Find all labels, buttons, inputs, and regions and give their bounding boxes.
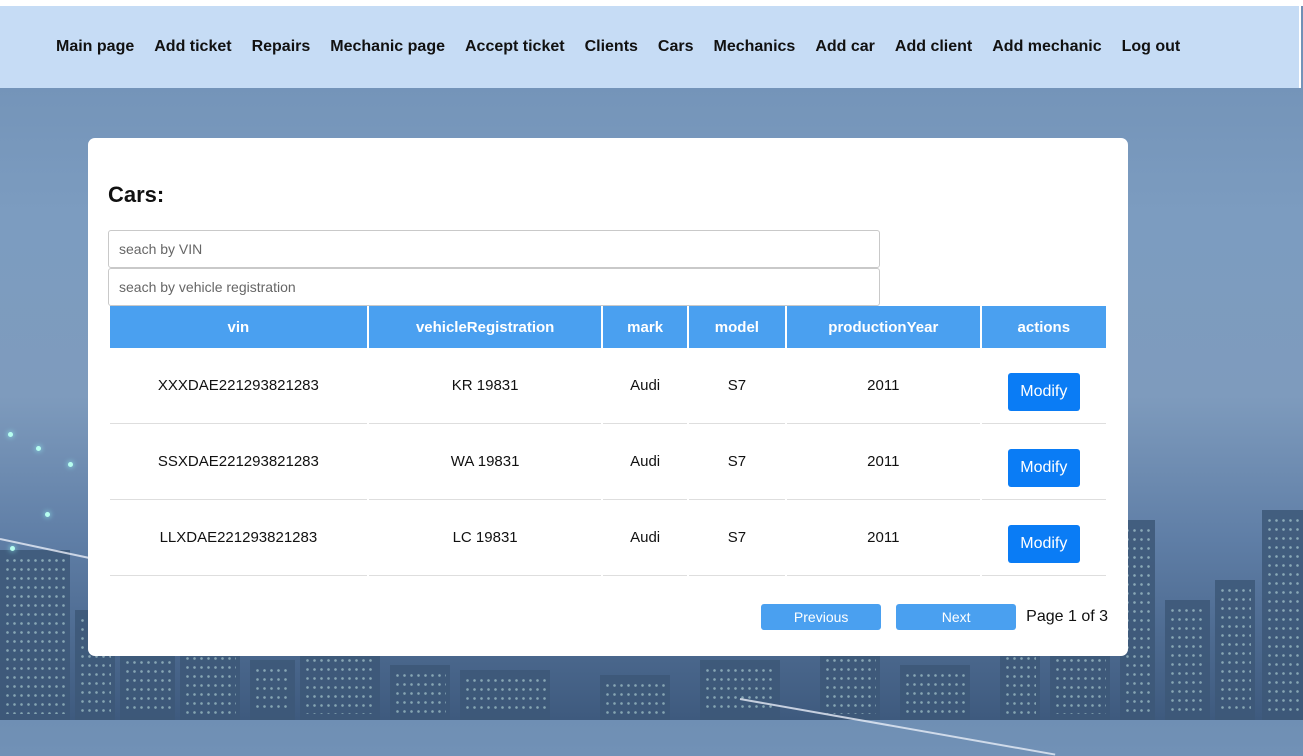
cell-mark: Audi: [603, 424, 687, 500]
search-vin-input[interactable]: [108, 230, 880, 268]
column-header-actions: actions: [981, 306, 1106, 348]
column-header-vehicle-registration: vehicleRegistration: [368, 306, 602, 348]
cell-actions: Modify: [981, 424, 1106, 500]
table-row: XXXDAE221293821283 KR 19831 Audi S7 2011…: [110, 348, 1106, 424]
page-title: Cars:: [108, 182, 165, 207]
nav-mechanics[interactable]: Mechanics: [714, 38, 796, 56]
nav-cars[interactable]: Cars: [658, 38, 694, 56]
nav-main-page[interactable]: Main page: [56, 38, 134, 56]
cell-actions: Modify: [981, 348, 1106, 424]
cell-mark: Audi: [603, 348, 687, 424]
page-indicator: Page 1 of 3: [1026, 608, 1108, 625]
cell-vin: SSXDAE221293821283: [110, 424, 367, 500]
table-header-row: vin vehicleRegistration mark model produ…: [110, 306, 1106, 348]
modify-button[interactable]: Modify: [1007, 372, 1080, 411]
nav-add-car[interactable]: Add car: [815, 38, 875, 56]
nav-clients[interactable]: Clients: [585, 38, 638, 56]
cell-vehicle-registration: KR 19831: [368, 348, 602, 424]
cell-actions: Modify: [981, 500, 1106, 576]
table-row: SSXDAE221293821283 WA 19831 Audi S7 2011…: [110, 424, 1106, 500]
pagination: Previous Next Page 1 of 3: [761, 604, 1108, 630]
cell-model: S7: [688, 424, 786, 500]
nav-add-ticket[interactable]: Add ticket: [154, 38, 231, 56]
cell-vehicle-registration: WA 19831: [368, 424, 602, 500]
column-header-model: model: [688, 306, 786, 348]
search-registration-input[interactable]: [108, 268, 880, 306]
modify-button[interactable]: Modify: [1007, 448, 1080, 487]
cell-vehicle-registration: LC 19831: [368, 500, 602, 576]
nav-accept-ticket[interactable]: Accept ticket: [465, 38, 565, 56]
column-header-mark: mark: [603, 306, 687, 348]
nav-log-out[interactable]: Log out: [1122, 38, 1181, 56]
nav-add-mechanic[interactable]: Add mechanic: [992, 38, 1101, 56]
column-header-production-year: productionYear: [787, 306, 980, 348]
cell-model: S7: [688, 348, 786, 424]
next-page-button[interactable]: Next: [896, 604, 1017, 630]
cell-production-year: 2011: [787, 348, 980, 424]
cars-panel: Cars: vin vehicleRegistration mark model…: [88, 138, 1128, 656]
cell-model: S7: [688, 500, 786, 576]
nav-add-client[interactable]: Add client: [895, 38, 972, 56]
column-header-vin: vin: [110, 306, 367, 348]
previous-page-button[interactable]: Previous: [761, 604, 882, 630]
table-row: LLXDAE221293821283 LC 19831 Audi S7 2011…: [110, 500, 1106, 576]
cell-production-year: 2011: [787, 424, 980, 500]
cell-production-year: 2011: [787, 500, 980, 576]
cars-table: vin vehicleRegistration mark model produ…: [108, 306, 1108, 576]
nav-repairs[interactable]: Repairs: [252, 38, 311, 56]
cell-mark: Audi: [603, 500, 687, 576]
modify-button[interactable]: Modify: [1007, 524, 1080, 563]
top-navbar: Main page Add ticket Repairs Mechanic pa…: [0, 6, 1301, 88]
nav-mechanic-page[interactable]: Mechanic page: [330, 38, 445, 56]
cell-vin: XXXDAE221293821283: [110, 348, 367, 424]
cell-vin: LLXDAE221293821283: [110, 500, 367, 576]
